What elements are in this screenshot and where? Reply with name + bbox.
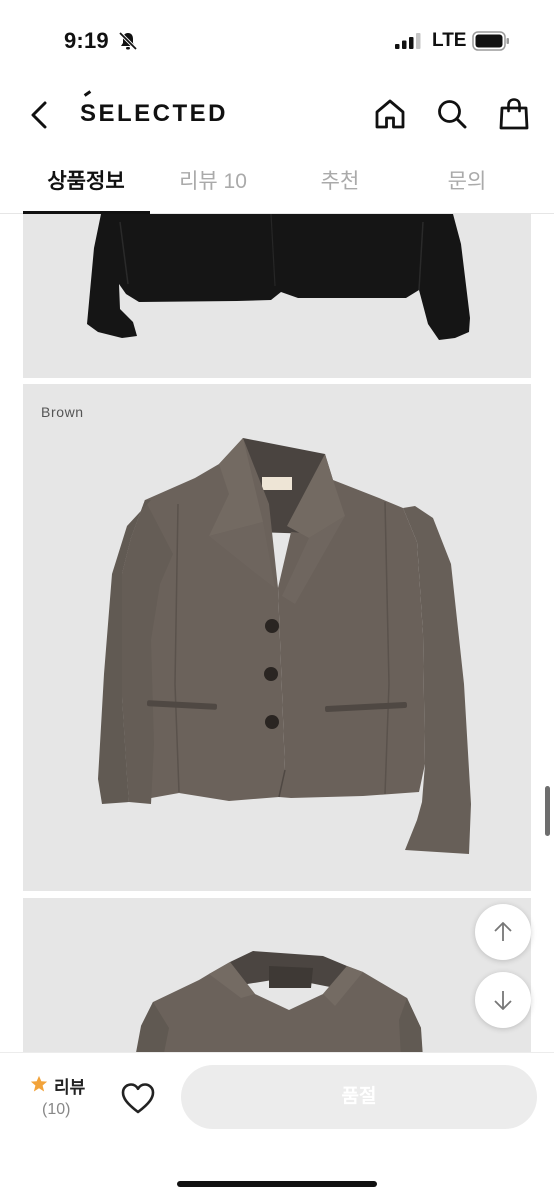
search-icon[interactable] xyxy=(434,96,470,132)
star-icon xyxy=(30,1075,48,1092)
shopping-bag-icon[interactable] xyxy=(496,96,532,132)
arrow-up-icon xyxy=(494,922,512,941)
scroll-top-button[interactable] xyxy=(475,904,531,960)
home-icon[interactable] xyxy=(372,96,408,132)
review-label[interactable]: 리뷰 xyxy=(54,1073,85,1098)
arrow-down-icon xyxy=(494,991,512,1010)
label-tag xyxy=(262,477,292,490)
review-count: (10) xyxy=(42,1101,71,1118)
color-label: Brown xyxy=(41,404,84,420)
home-indicator xyxy=(177,1181,377,1187)
status-time: 9:19 xyxy=(64,28,109,53)
signal-icon xyxy=(395,33,421,49)
brand-accent xyxy=(83,90,92,97)
heart-icon[interactable] xyxy=(118,1079,158,1117)
tab-inquiry[interactable]: 문의 xyxy=(404,150,530,214)
brown-jacket-image xyxy=(98,438,471,854)
status-bar: 9:19 LTE xyxy=(0,0,554,84)
product-tabs: 상품정보 리뷰 10 추천 문의 xyxy=(0,150,554,214)
brown-jacket-detail-image xyxy=(135,951,423,1058)
brand-logo[interactable]: SELECTED xyxy=(80,100,228,128)
scroll-indicator[interactable] xyxy=(545,786,550,836)
network-type: LTE xyxy=(432,30,467,51)
bottom-action-bar: 리뷰 (10) 품절 xyxy=(0,1052,554,1200)
bell-slash-icon xyxy=(118,31,138,51)
scroll-bottom-button[interactable] xyxy=(475,972,531,1028)
tab-recommendations[interactable]: 추천 xyxy=(277,150,403,214)
product-image-black xyxy=(23,214,531,378)
product-image-brown: Brown xyxy=(23,384,531,891)
chevron-left-icon[interactable] xyxy=(24,96,58,134)
black-jacket-image xyxy=(87,214,470,340)
battery-icon xyxy=(472,31,509,51)
sold-out-button[interactable]: 품절 xyxy=(181,1065,537,1129)
product-image-brown-detail xyxy=(23,898,531,1058)
tab-product-info[interactable]: 상품정보 xyxy=(23,150,149,214)
app-header: SELECTED xyxy=(0,84,554,146)
tab-reviews[interactable]: 리뷰 10 xyxy=(150,150,276,214)
